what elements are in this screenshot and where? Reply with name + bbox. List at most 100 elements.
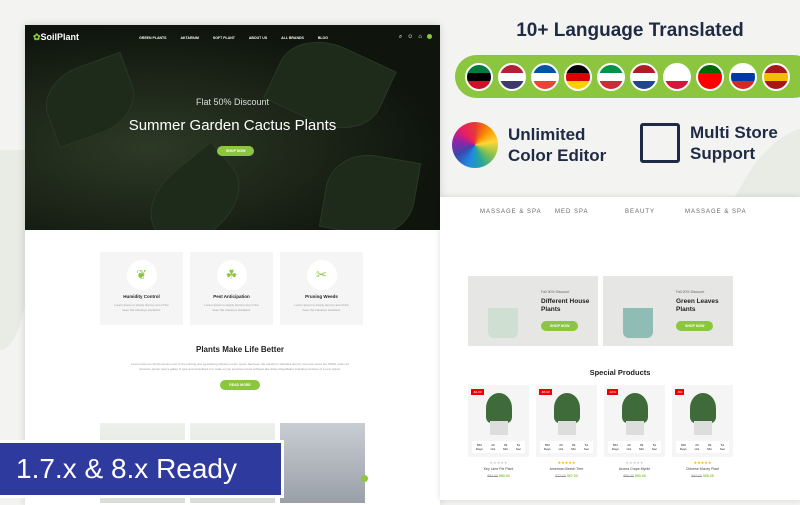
promo-banner: Fall 20% Discount Green Leaves Plants SHOP… [603, 276, 733, 346]
flag-icon [630, 62, 658, 91]
logo[interactable]: ✿SoilPlant [33, 32, 79, 43]
timer-unit: 51 Sec [719, 443, 726, 452]
product-image[interactable]: -$4.00 563 Days 20 Hrs 09 Min 51 Sec [468, 385, 529, 457]
timer-unit: 20 Hrs [694, 443, 700, 452]
store-icon [640, 123, 680, 164]
read-more-button[interactable]: READ MORE [220, 380, 260, 391]
nav-about-us[interactable]: ABOUT US [249, 36, 267, 40]
storefront-preview-2: MASSAGE & SPA MED SPA BEAUTY MASSAGE & S… [440, 197, 800, 500]
cart-count-dot [427, 34, 432, 39]
hero-shop-now-button[interactable]: SHOP NOW [217, 146, 255, 156]
shop-now-button[interactable]: SHOP NOW [676, 321, 714, 331]
feature-card: ❦ Humidity Control Lorem Ipsum is simply d… [100, 252, 183, 325]
about-title: Plants Make Life Better [195, 345, 285, 354]
flag-strip [455, 55, 800, 98]
search-icon[interactable]: ⌕ [399, 34, 402, 41]
brand-logo[interactable]: BEAUTY [625, 209, 655, 215]
flag-icon [762, 62, 790, 91]
flag-icon [729, 62, 757, 91]
about-section: Plants Make Life Better Lorem Ipsum is s… [125, 345, 355, 391]
timer-unit: 20 Hrs [490, 443, 496, 452]
timer-unit: 20 Hrs [626, 443, 632, 452]
timer-unit: 51 Sec [583, 443, 590, 452]
timer-unit: 09 Min [503, 443, 508, 452]
discount-badge: -10% [607, 389, 619, 395]
hero-title: Summer Garden Cactus Plants [128, 117, 337, 134]
user-icon[interactable]: ☺ [407, 34, 413, 41]
product-price: $72.00 $67.00 [555, 474, 578, 478]
timer-unit: 51 Sec [651, 443, 658, 452]
product-name[interactable]: American Beech Tree [536, 467, 597, 471]
product-name[interactable]: Aroma Crape Myrtle [604, 467, 665, 471]
about-text: Lorem Ipsum is simply dummy text of the … [130, 362, 349, 372]
product-name[interactable]: Key Lime Pie Plant [468, 467, 529, 471]
product-price: $84.00 $80.00 [487, 474, 510, 478]
product-card[interactable]: -10% 564 Days 20 Hrs 09 Min 51 Sec ★★★★★ Aroma C… [604, 385, 665, 478]
hero-subtitle: Flat 50% Discount [195, 97, 270, 107]
nav-blog[interactable]: BLOG [318, 36, 328, 40]
product-price: $56.00 $50.36 [623, 474, 646, 478]
timer-unit: 563 Days [475, 443, 483, 452]
timer-unit: 09 Min [571, 443, 576, 452]
timer-unit: 20 Hrs [558, 443, 564, 452]
product-card[interactable]: -$4.00 563 Days 20 Hrs 09 Min 51 Sec ★★★★★ Key L… [468, 385, 529, 478]
discount-badge: -6% [675, 389, 685, 395]
timer-unit: 09 Min [639, 443, 644, 452]
language-heading: 10+ Language Translated [516, 20, 744, 41]
product-price: $62.00 $58.28 [691, 474, 714, 478]
special-products-title: Special Products [589, 368, 651, 377]
storefront-preview: ✿SoilPlant GREEN PLANTS AKTARIUM SOFT PL… [25, 25, 440, 505]
pruning-icon: ✂ [306, 260, 337, 290]
flag-icon [564, 62, 592, 91]
countdown-timer: 563 Days 20 Hrs 09 Min 51 Sec [472, 441, 525, 453]
version-badge: 1.7.x & 8.x Ready [0, 440, 284, 498]
flag-icon [696, 62, 724, 91]
feature-card: ✂ Pruning Weeds Lorem Ipsum is simply dumm… [280, 252, 363, 325]
color-wheel-icon [452, 122, 498, 168]
timer-unit: 09 Min [707, 443, 712, 452]
product-card[interactable]: -$5.00 563 Days 20 Hrs 09 Min 51 Sec ★★★★★ Ameri… [536, 385, 597, 478]
cart-icon[interactable]: ⌂ [418, 34, 422, 41]
feature-card: ☘ Pest Anticipation Lorem Ipsum is simply … [190, 252, 273, 325]
product-card[interactable]: -6% 929 Days 20 Hrs 09 Min 51 Sec ★★★★★ Chinese … [672, 385, 733, 478]
brand-logo[interactable]: MASSAGE & SPA [685, 209, 747, 215]
rating-stars: ★★★★★ [693, 460, 712, 465]
countdown-timer: 563 Days 20 Hrs 09 Min 51 Sec [540, 441, 593, 453]
discount-badge: -$4.00 [471, 389, 484, 395]
timer-unit: 51 Sec [515, 443, 522, 452]
rating-stars: ★★★★★ [625, 460, 644, 465]
leaf-icon: ❦ [126, 260, 157, 290]
product-image[interactable]: -10% 564 Days 20 Hrs 09 Min 51 Sec [604, 385, 665, 457]
flag-icon [663, 62, 691, 91]
flag-icon [531, 62, 559, 91]
flag-icon [597, 62, 625, 91]
top-nav: ✿SoilPlant GREEN PLANTS AKTARIUM SOFT PL… [25, 25, 440, 50]
hand-plant-icon: ☘ [216, 260, 247, 290]
timer-unit: 563 Days [543, 443, 551, 452]
product-image[interactable]: -$5.00 563 Days 20 Hrs 09 Min 51 Sec [536, 385, 597, 457]
carousel-next-button[interactable] [361, 475, 368, 482]
flag-icon [465, 62, 493, 91]
discount-badge: -$5.00 [539, 389, 552, 395]
product-name[interactable]: Chinese Money Plant [672, 467, 733, 471]
multi-store-feature: Multi Store Support [640, 122, 785, 165]
countdown-timer: 564 Days 20 Hrs 09 Min 51 Sec [608, 441, 661, 453]
rating-stars: ★★★★★ [557, 460, 576, 465]
rating-stars: ★★★★★ [489, 460, 508, 465]
product-image[interactable]: -6% 929 Days 20 Hrs 09 Min 51 Sec [672, 385, 733, 457]
plant-photo [280, 423, 365, 503]
brand-logo[interactable]: MED SPA [555, 209, 589, 215]
nav-green-plants[interactable]: GREEN PLANTS [139, 36, 166, 40]
flag-icon [498, 62, 526, 91]
nav-aktarium[interactable]: AKTARIUM [180, 36, 198, 40]
nav-all-brands[interactable]: ALL BRANDS [281, 36, 304, 40]
shop-now-button[interactable]: SHOP NOW [541, 321, 579, 331]
timer-unit: 564 Days [611, 443, 619, 452]
nav-soft-plant[interactable]: SOFT PLANT [213, 36, 235, 40]
brand-logo[interactable]: MASSAGE & SPA [480, 209, 542, 215]
timer-unit: 929 Days [679, 443, 687, 452]
promo-banner: Fall 30% Discount Different House Plants S… [468, 276, 598, 346]
color-editor-feature: Unlimited Color Editor [452, 122, 608, 168]
hero-banner: ✿SoilPlant GREEN PLANTS AKTARIUM SOFT PL… [25, 25, 440, 230]
countdown-timer: 929 Days 20 Hrs 09 Min 51 Sec [676, 441, 729, 453]
